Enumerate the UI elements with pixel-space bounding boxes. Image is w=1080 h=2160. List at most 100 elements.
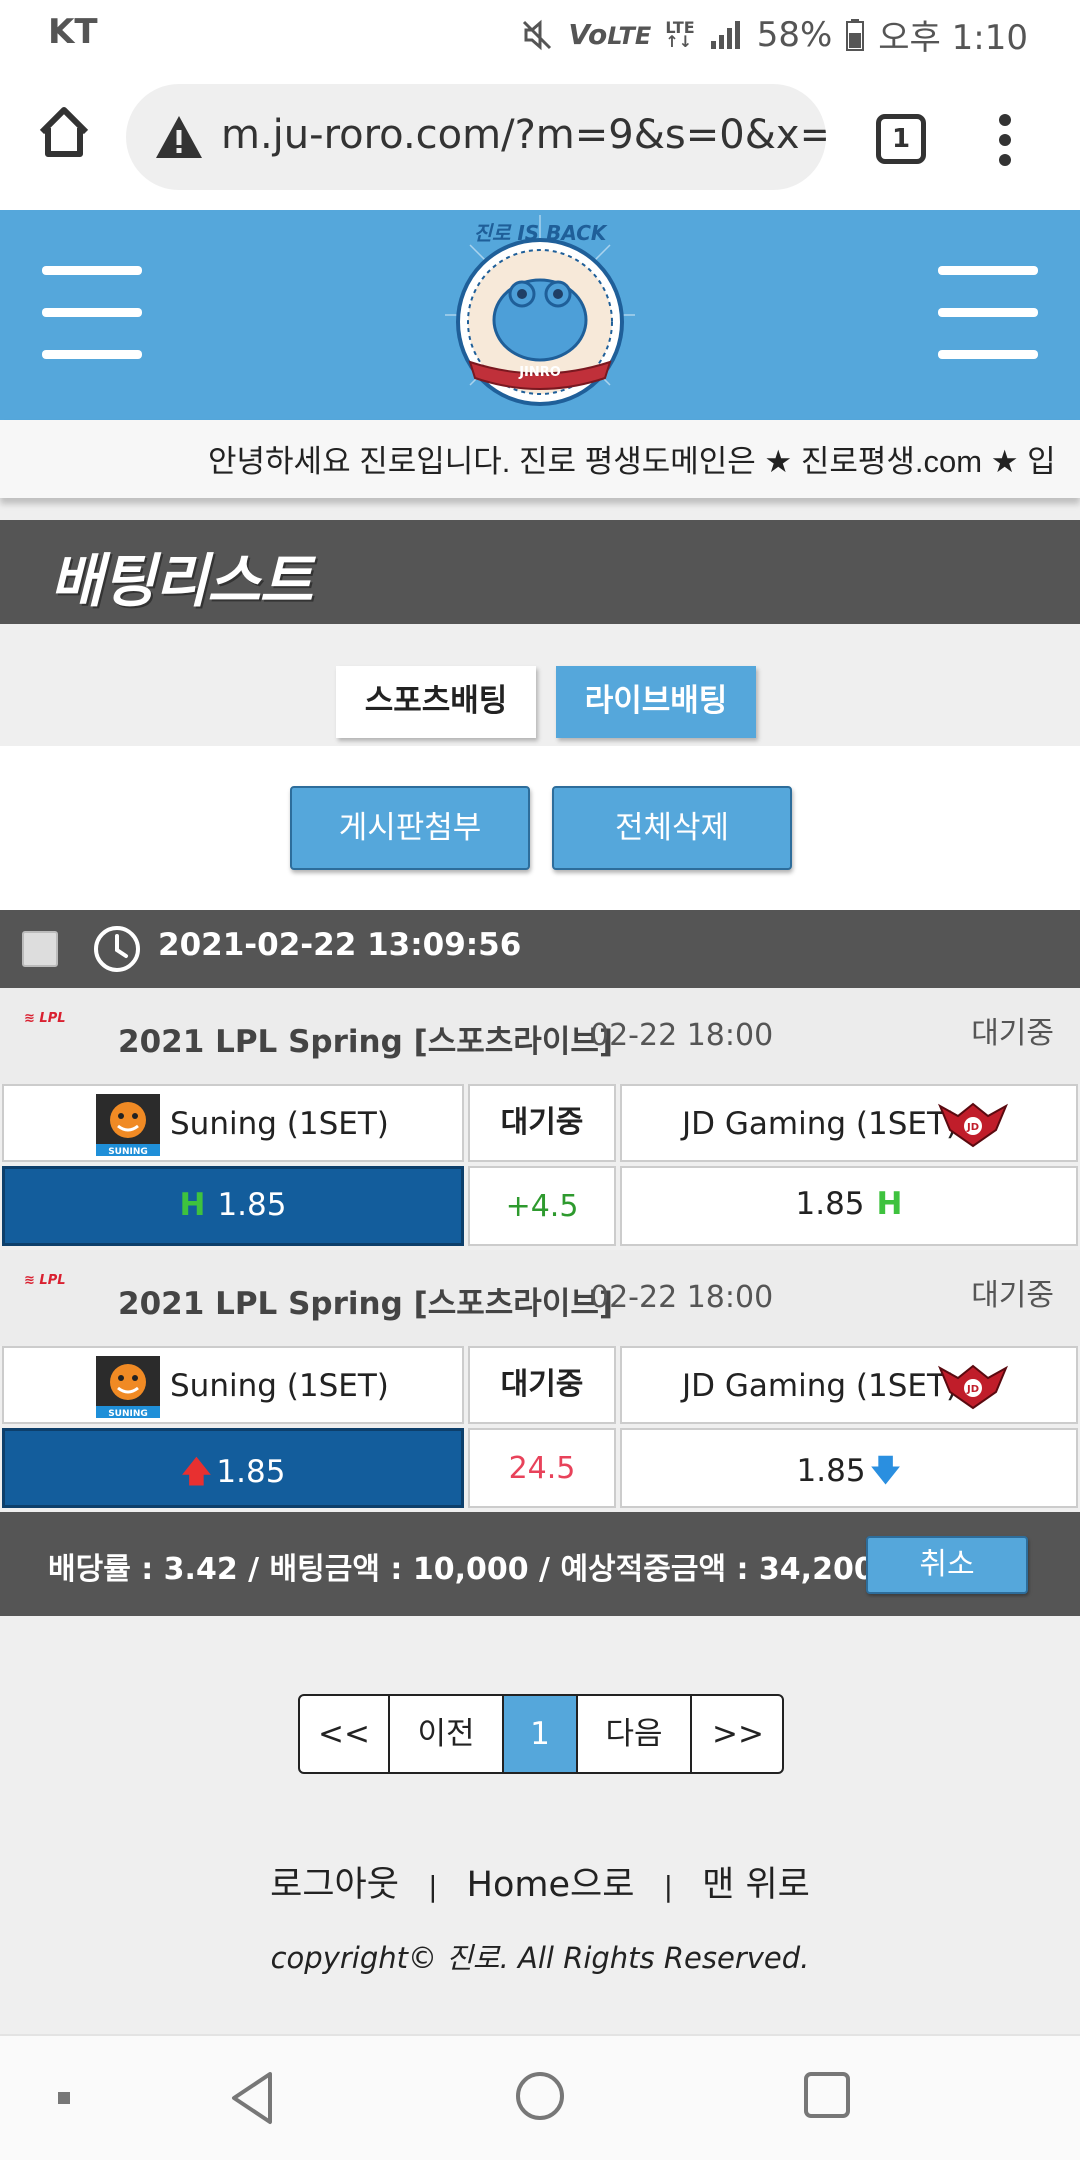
nav-dot-icon bbox=[56, 2090, 72, 2110]
match-status-cell: 대기중 bbox=[468, 1084, 616, 1162]
notice-text: 안녕하세요 진로입니다. 진로 평생도메인은 ★ 진로평생.com ★ 입 bbox=[208, 444, 1056, 479]
odds-row: H 1.85 +4.5 1.85 H bbox=[0, 1166, 1080, 1248]
svg-text:SUNING: SUNING bbox=[108, 1147, 148, 1156]
away-team-name: JD Gaming (1SET) bbox=[682, 1368, 958, 1404]
browser-toolbar: m.ju-roro.com/?m=9&s=0&x= 1 bbox=[0, 66, 1080, 210]
copyright-text: copyright© 진로. All Rights Reserved. bbox=[270, 1941, 810, 1975]
home-odds-value: 1.85 bbox=[217, 1187, 287, 1223]
lte-icon: LTE ↑↓ bbox=[665, 17, 695, 51]
next-page-button[interactable]: 다음 bbox=[578, 1696, 692, 1772]
match-header: ≋ LPL 2021 LPL Spring [스포츠라이브] 02-22 18:… bbox=[0, 1250, 1080, 1346]
notice-marquee: 안녕하세요 진로입니다. 진로 평생도메인은 ★ 진로평생.com ★ 입 bbox=[0, 420, 1080, 498]
league-name: 2021 LPL Spring [스포츠라이브] bbox=[118, 1286, 614, 1322]
footer-links: 로그아웃 | Home으로 | 맨 위로 bbox=[0, 1856, 1080, 1907]
lpl-logo-icon: ≋ LPL bbox=[20, 1006, 76, 1028]
handicap-h-icon: H bbox=[876, 1186, 903, 1222]
teams-row: SUNING Suning (1SET) 대기중 JD Gaming (1SET… bbox=[0, 1084, 1080, 1164]
first-page-button[interactable]: << bbox=[300, 1696, 390, 1772]
tabs-icon[interactable]: 1 bbox=[876, 114, 926, 164]
recents-icon[interactable] bbox=[802, 2070, 852, 2124]
svg-text:≋ LPL: ≋ LPL bbox=[24, 1273, 66, 1288]
match-status-cell: 대기중 bbox=[468, 1346, 616, 1424]
action-buttons: 게시판첨부 전체삭제 bbox=[0, 746, 1080, 910]
carrier-label: KT bbox=[48, 12, 98, 52]
warning-icon[interactable] bbox=[154, 114, 204, 160]
logout-link[interactable]: 로그아웃 bbox=[270, 1865, 399, 1905]
home-icon[interactable] bbox=[34, 102, 94, 162]
away-odds-value: 1.85 bbox=[796, 1453, 866, 1489]
footer-separator: | bbox=[428, 1870, 438, 1903]
tab-sports-betting[interactable]: 스포츠배팅 bbox=[336, 666, 536, 738]
page-title: 배팅리스트 bbox=[50, 547, 313, 615]
jdg-logo-icon: JD bbox=[937, 1362, 1009, 1410]
jdg-logo-icon: JD bbox=[937, 1100, 1009, 1148]
bet-summary-bar: 배당률 : 3.42 / 배팅금액 : 10,000 / 예상적중금액 : 34… bbox=[0, 1512, 1080, 1616]
match-state: 대기중 bbox=[971, 1016, 1054, 1051]
address-bar[interactable]: m.ju-roro.com/?m=9&s=0&x= bbox=[126, 84, 826, 190]
handicap-value: 24.5 bbox=[468, 1428, 616, 1508]
home-team-name: Suning (1SET) bbox=[170, 1106, 389, 1142]
suning-logo-icon: SUNING bbox=[96, 1356, 160, 1419]
home-link[interactable]: Home으로 bbox=[467, 1865, 635, 1905]
away-team-name: JD Gaming (1SET) bbox=[682, 1106, 958, 1142]
match-state: 대기중 bbox=[971, 1278, 1054, 1313]
handicap-value: +4.5 bbox=[468, 1166, 616, 1246]
back-to-top-link[interactable]: 맨 위로 bbox=[702, 1865, 810, 1905]
url-text: m.ju-roro.com/?m=9&s=0&x= bbox=[221, 112, 826, 158]
svg-text:JD: JD bbox=[966, 1122, 979, 1133]
away-odds-cell[interactable]: 1.85 H bbox=[620, 1166, 1078, 1246]
site-header: JINRO 진로 IS BACK bbox=[0, 210, 1080, 420]
svg-text:≋ LPL: ≋ LPL bbox=[24, 1011, 66, 1026]
left-menu-icon[interactable] bbox=[42, 266, 142, 360]
cancel-bet-button[interactable]: 취소 bbox=[866, 1536, 1028, 1594]
bet-datetime: 2021-02-22 13:09:56 bbox=[158, 927, 522, 963]
tab-live-betting[interactable]: 라이브배팅 bbox=[556, 666, 756, 738]
match-time: 02-22 18:00 bbox=[590, 1018, 774, 1053]
battery-icon bbox=[846, 18, 865, 51]
home-odds-selected[interactable]: H 1.85 bbox=[2, 1166, 464, 1246]
signal-icon bbox=[709, 19, 743, 51]
home-team-name: Suning (1SET) bbox=[170, 1368, 389, 1404]
bet-summary-text: 배당률 : 3.42 / 배팅금액 : 10,000 / 예상적중금액 : 34… bbox=[48, 1552, 875, 1587]
league-name: 2021 LPL Spring [스포츠라이브] bbox=[118, 1024, 614, 1060]
handicap-h-icon: H bbox=[179, 1187, 206, 1223]
lpl-logo-icon: ≋ LPL bbox=[20, 1268, 76, 1290]
home-odds-selected[interactable]: 🡅 1.85 bbox=[2, 1428, 464, 1508]
home-team-cell: SUNING Suning (1SET) bbox=[2, 1084, 464, 1162]
match-header: ≋ LPL 2021 LPL Spring [스포츠라이브] 02-22 18:… bbox=[0, 988, 1080, 1084]
pagination: << 이전 1 다음 >> bbox=[298, 1694, 784, 1774]
current-page-button[interactable]: 1 bbox=[504, 1696, 578, 1772]
match-time: 02-22 18:00 bbox=[590, 1280, 774, 1315]
home-circle-icon[interactable] bbox=[514, 2070, 566, 2126]
back-icon[interactable] bbox=[228, 2070, 276, 2130]
away-team-cell: JD Gaming (1SET) bbox=[620, 1346, 1078, 1424]
prev-page-button[interactable]: 이전 bbox=[390, 1696, 504, 1772]
odds-row: 🡅 1.85 24.5 1.85 🡇 bbox=[0, 1428, 1080, 1510]
page-title-bar: 배팅리스트 bbox=[0, 520, 1080, 624]
under-down-arrow-icon: 🡇 bbox=[869, 1453, 902, 1489]
select-checkbox[interactable] bbox=[22, 931, 58, 967]
home-team-cell: SUNING Suning (1SET) bbox=[2, 1346, 464, 1424]
delete-all-button[interactable]: 전체삭제 bbox=[552, 786, 792, 870]
svg-text:JD: JD bbox=[966, 1384, 979, 1395]
logo-text: JINRO bbox=[518, 365, 561, 380]
logo-slogan: 진로 IS BACK bbox=[474, 221, 608, 245]
teams-row: SUNING Suning (1SET) 대기중 JD Gaming (1SET… bbox=[0, 1346, 1080, 1426]
jinro-logo[interactable]: JINRO 진로 IS BACK bbox=[430, 210, 650, 420]
bet-slip-header: 2021-02-22 13:09:56 bbox=[0, 910, 1080, 988]
battery-percent: 58% bbox=[756, 14, 833, 55]
attach-to-board-button[interactable]: 게시판첨부 bbox=[290, 786, 530, 870]
status-bar: KT VoLTE LTE ↑↓ 58% 오후 1:10 bbox=[0, 0, 1080, 66]
system-nav-bar bbox=[0, 2034, 1080, 2160]
volte-icon: VoLTE bbox=[568, 18, 652, 51]
away-odds-cell[interactable]: 1.85 🡇 bbox=[620, 1428, 1078, 1508]
last-page-button[interactable]: >> bbox=[692, 1696, 782, 1772]
bet-type-tabs: 스포츠배팅 라이브배팅 bbox=[0, 624, 1080, 746]
away-odds-value: 1.85 bbox=[795, 1186, 865, 1222]
more-vert-icon[interactable] bbox=[995, 112, 1015, 168]
right-menu-icon[interactable] bbox=[938, 266, 1038, 360]
away-team-cell: JD Gaming (1SET) bbox=[620, 1084, 1078, 1162]
mute-icon bbox=[520, 18, 554, 52]
clock-time: 오후 1:10 bbox=[878, 18, 1028, 58]
home-odds-value: 1.85 bbox=[216, 1454, 286, 1490]
